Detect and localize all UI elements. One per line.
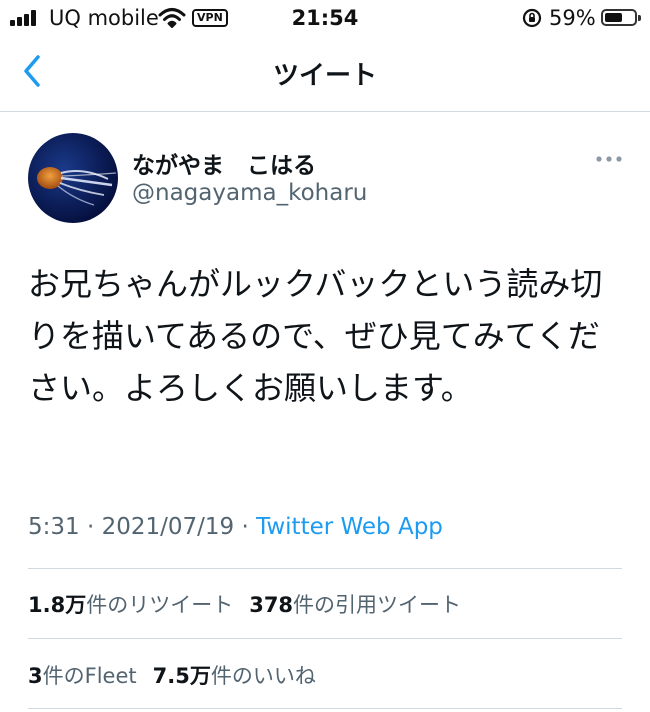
avatar[interactable] — [28, 133, 118, 223]
navigation-bar: ツイート — [0, 36, 650, 112]
likes-stat[interactable]: 7.5万件のいいね — [153, 664, 316, 688]
tweet-date: 2021/07/19 — [101, 514, 235, 540]
retweets-stat[interactable]: 1.8万件のリツイート — [28, 593, 233, 617]
quotes-count: 378 — [249, 593, 294, 617]
battery-icon — [601, 9, 641, 26]
user-handle[interactable]: @nagayama_koharu — [132, 180, 367, 206]
tweet-source-link[interactable]: Twitter Web App — [256, 514, 443, 540]
jellyfish-avatar-image — [28, 133, 118, 223]
quotes-label: 件の引用ツイート — [293, 593, 462, 617]
divider — [28, 708, 622, 709]
quotes-stat[interactable]: 378件の引用ツイート — [249, 593, 461, 617]
fleets-label: 件のFleet — [42, 664, 137, 688]
more-icon[interactable] — [594, 152, 624, 166]
page-title: ツイート — [272, 61, 377, 91]
tweet-time: 5:31 — [28, 514, 80, 540]
battery-percent: 59% — [549, 6, 596, 30]
orientation-lock-icon — [522, 8, 542, 28]
likes-stats-row: 3件のFleet 7.5万件のいいね — [28, 660, 316, 690]
retweet-stats-row: 1.8万件のリツイート 378件の引用ツイート — [28, 589, 461, 619]
status-bar: UQ mobile VPN 21:54 59% — [0, 0, 650, 36]
divider — [28, 638, 622, 639]
divider — [28, 568, 622, 569]
likes-label: 件のいいね — [210, 664, 316, 688]
tweet-text: お兄ちゃんがルックバックという読み切りを描いてあるので、ぜひ見てみてください。よ… — [28, 265, 603, 407]
fleets-stat[interactable]: 3件のFleet — [28, 664, 137, 688]
likes-count: 7.5万 — [152, 664, 211, 688]
tweet-metadata: 5:31 · 2021/07/19 · Twitter Web App — [28, 514, 443, 540]
retweets-label: 件のリツイート — [86, 593, 234, 617]
display-name[interactable]: ながやま こはる — [132, 146, 316, 180]
retweets-count: 1.8万 — [28, 593, 87, 617]
meta-separator: · — [241, 514, 249, 540]
meta-separator: · — [86, 514, 95, 540]
fleets-count: 3 — [28, 664, 43, 688]
